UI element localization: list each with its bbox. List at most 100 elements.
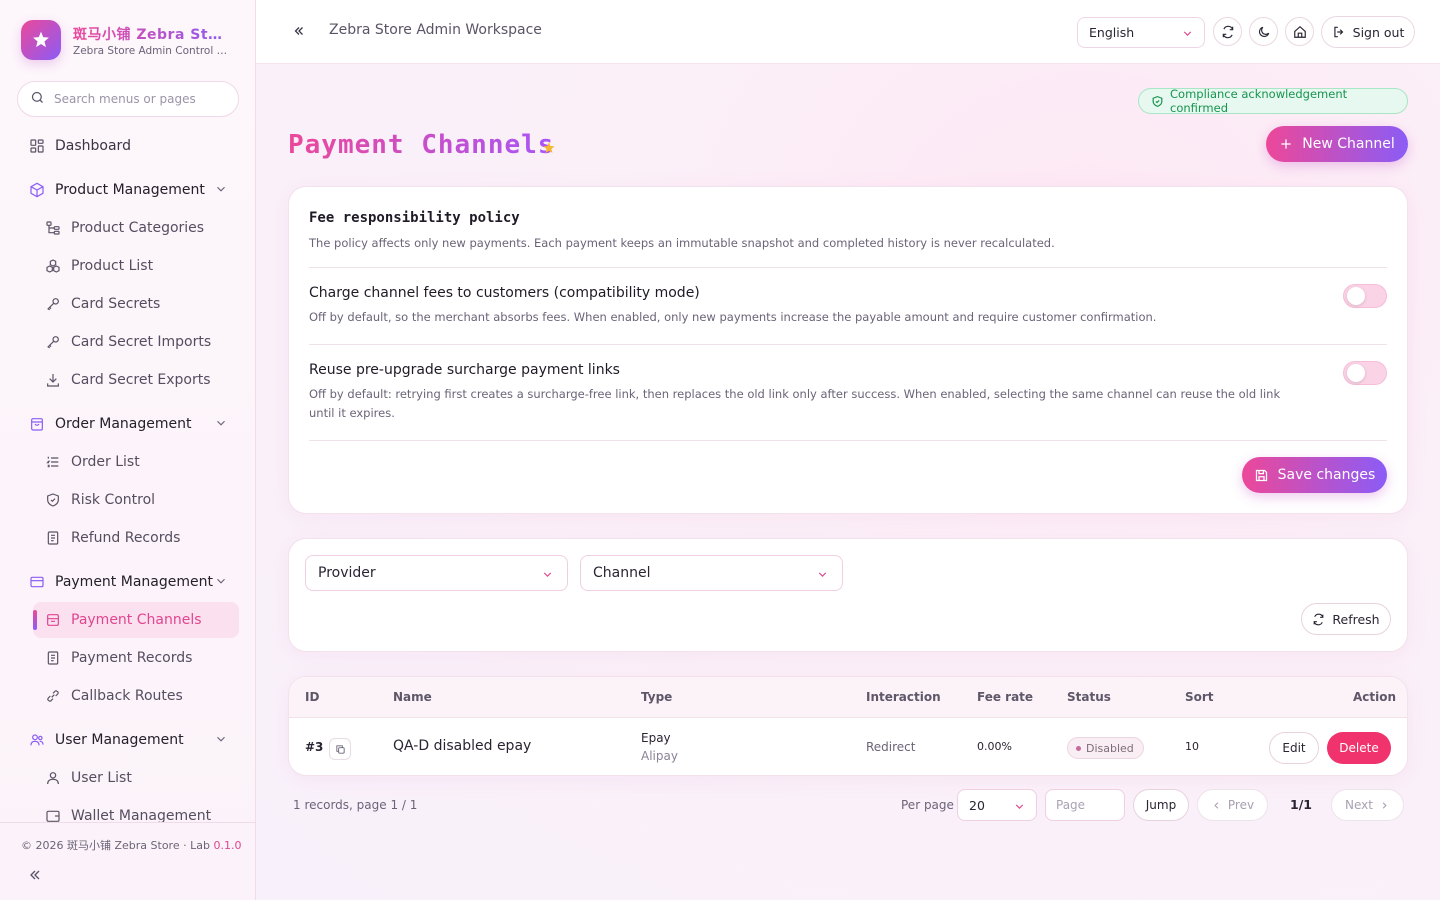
sign-out-label: Sign out [1352,24,1405,40]
edit-button[interactable]: Edit [1269,732,1319,764]
theme-toggle-button[interactable] [1249,17,1278,46]
option-title: Charge channel fees to customers (compat… [309,285,700,301]
prev-label: Prev [1227,798,1255,812]
copy-icon[interactable] [329,738,351,760]
new-channel-label: New Channel [1302,136,1395,152]
sidebar-nav: Dashboard Product Management Product Cat… [0,128,256,822]
brand-title: 斑马小铺 Zebra St… [73,24,233,44]
per-page-select[interactable]: 20 [957,789,1037,821]
row-name: QA-D disabled epay [393,738,532,754]
sidebar-item-label: Payment Channels [71,612,202,628]
status-badge: Disabled [1067,737,1144,759]
sidebar-search[interactable] [17,81,239,117]
jump-button[interactable]: Jump [1133,789,1189,821]
provider-select-value: Provider [318,565,376,581]
sidebar-group-label: Payment Management [55,574,213,590]
compliance-badge: Compliance acknowledgement confirmed [1138,87,1408,115]
sidebar-item-label: Order List [71,454,140,470]
sidebar-search-input[interactable] [54,92,224,106]
next-page-button[interactable]: Next [1331,789,1404,821]
save-changes-button[interactable]: Save changes [1242,457,1387,493]
language-select[interactable]: English [1077,17,1205,48]
channel-select[interactable]: Channel [580,555,843,591]
row-interaction: Redirect [866,740,916,754]
sidebar-item-risk-control[interactable]: Risk Control [44,482,240,518]
sidebar-item-label: Wallet Management [71,808,212,822]
save-icon [1254,468,1269,483]
sidebar-group-order-management[interactable]: Order Management [28,406,240,442]
column-header-status: Status [1067,690,1111,704]
sidebar-item-order-list[interactable]: Order List [44,444,240,480]
row-type: Epay [641,731,671,745]
workspace-title: Zebra Store Admin Workspace [329,22,542,38]
brand[interactable]: 斑马小铺 Zebra St… Zebra Store Admin Control… [21,20,241,62]
refresh-icon [1221,25,1235,39]
sidebar-item-label: Callback Routes [71,688,183,704]
moon-icon [1257,25,1271,39]
sidebar-group-payment-management[interactable]: Payment Management [28,564,240,600]
home-button[interactable] [1285,17,1314,46]
sidebar-item-refund-records[interactable]: Refund Records [44,520,240,556]
provider-select[interactable]: Provider [305,555,568,591]
chevron-left-icon [1211,800,1222,811]
sidebar-group-label: Order Management [55,416,192,432]
divider [309,344,1387,345]
sidebar-item-product-list[interactable]: Product List [44,248,240,284]
new-channel-button[interactable]: New Channel [1266,126,1408,162]
top-header: Zebra Store Admin Workspace English Sign… [256,0,1440,64]
chevron-down-icon [816,568,829,585]
page-number-input[interactable] [1045,789,1125,821]
row-id: #3 [305,740,324,754]
divider [309,440,1387,441]
sidebar-item-product-categories[interactable]: Product Categories [44,210,240,246]
sidebar-item-user-list[interactable]: User List [44,760,240,796]
option-description: Off by default: retrying first creates a… [309,387,1281,420]
sidebar-group-product-management[interactable]: Product Management [28,172,240,208]
chevron-down-icon [1181,27,1194,43]
main-content: Compliance acknowledgement confirmed Pay… [256,64,1440,900]
sidebar-item-callback-routes[interactable]: Callback Routes [44,678,240,714]
search-icon [30,90,45,109]
key-icon [44,295,62,313]
sign-out-button[interactable]: Sign out [1321,16,1415,48]
prev-page-button[interactable]: Prev [1197,789,1268,821]
page-title: Payment Channels [288,130,555,160]
sidebar-item-card-secret-exports[interactable]: Card Secret Exports [44,362,240,398]
per-page-value: 20 [969,797,985,813]
document-icon [44,529,62,547]
sidebar-item-wallet-management[interactable]: Wallet Management [44,798,240,822]
bag-icon [28,415,46,433]
sidebar-group-user-management[interactable]: User Management [28,722,240,758]
sidebar-item-payment-records[interactable]: Payment Records [44,640,240,676]
double-chevron-left-icon[interactable] [292,23,306,42]
row-sort: 10 [1185,740,1199,753]
wallet-icon [44,807,62,822]
delete-button[interactable]: Delete [1327,732,1391,764]
link-icon [44,687,62,705]
channels-table: ID Name Type Interaction Fee rate Status… [288,676,1408,776]
sidebar-item-card-secrets[interactable]: Card Secrets [44,286,240,322]
double-chevron-left-icon[interactable] [27,867,43,887]
sidebar-item-card-secret-imports[interactable]: Card Secret Imports [44,324,240,360]
column-header-type: Type [641,690,673,704]
column-header-action: Action [1353,690,1397,704]
chevron-down-icon [541,568,554,585]
sidebar-item-payment-channels[interactable]: Payment Channels [33,602,239,638]
tree-icon [44,219,62,237]
status-dot [1076,745,1081,751]
refresh-list-button[interactable]: Refresh [1301,603,1391,635]
compliance-text: Compliance acknowledgement confirmed [1170,87,1348,115]
reuse-links-toggle[interactable] [1343,361,1387,385]
copyright: © 2026 斑马小铺 Zebra Store · Lab 0.1.0 [21,837,241,853]
chevron-down-icon [1013,800,1026,816]
sidebar-item-label: User List [71,770,132,786]
sidebar-item-dashboard[interactable]: Dashboard [28,128,240,164]
language-value: English [1089,25,1135,40]
sidebar-item-label: Card Secret Exports [71,372,211,388]
option-description: Off by default, so the merchant absorbs … [309,310,1157,324]
shield-icon [44,491,62,509]
refresh-button[interactable] [1213,17,1242,46]
chevron-down-icon [214,416,228,434]
chevron-down-icon [214,574,228,592]
charge-fees-toggle[interactable] [1343,284,1387,308]
